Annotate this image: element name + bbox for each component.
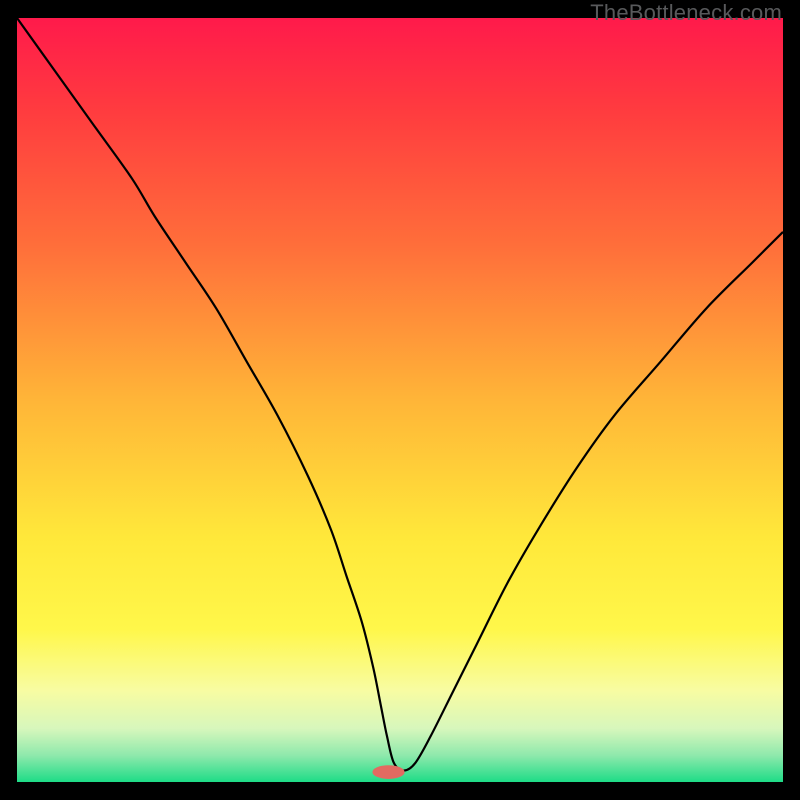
chart-frame: TheBottleneck.com [0,0,800,800]
minimum-marker [372,765,404,779]
watermark-label: TheBottleneck.com [590,0,782,26]
bottleneck-plot [17,18,783,782]
gradient-background [17,18,783,782]
